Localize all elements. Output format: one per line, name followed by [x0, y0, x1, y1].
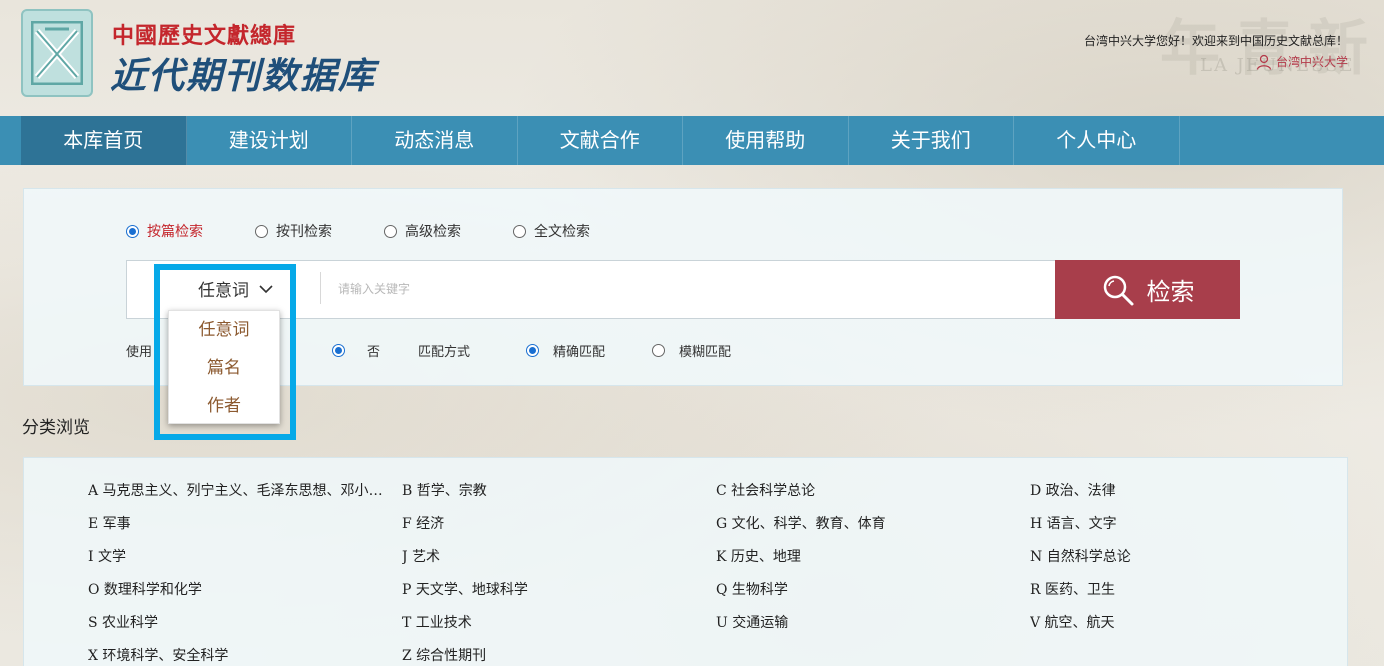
search-button[interactable]: 检索 — [1055, 260, 1240, 319]
category-item[interactable]: T 工业技术 — [402, 613, 702, 633]
field-select[interactable]: 任意词 — [198, 276, 273, 301]
radio-dot[interactable] — [126, 224, 139, 238]
user-name: 台湾中兴大学 — [1275, 55, 1348, 69]
radio-dot[interactable] — [652, 344, 665, 357]
category-item[interactable]: U 交通运输 — [716, 613, 1016, 633]
category-item[interactable]: X 环境科学、安全科学 — [88, 646, 388, 666]
radio-dot[interactable] — [255, 224, 268, 238]
category-item[interactable]: R 医药、卫生 — [1030, 580, 1330, 600]
radio-fuzzy-match[interactable]: 模糊匹配 — [652, 341, 731, 360]
nav-item-news[interactable]: 动态消息 — [352, 116, 518, 165]
category-item[interactable]: O 数理科学和化学 — [88, 580, 388, 600]
fuzzy-match-label: 模糊匹配 — [679, 345, 732, 360]
site-subtitle: 近代期刊数据库 — [110, 55, 377, 97]
radio-fulltext-search[interactable]: 全文检索 — [513, 221, 590, 241]
category-item[interactable]: D 政治、法律 — [1030, 481, 1330, 501]
category-grid: A 马克思主义、列宁主义、毛泽东思想、邓小平理论 B 哲学、宗教 C 社会科学总… — [88, 481, 1348, 666]
category-item[interactable]: C 社会科学总论 — [716, 481, 1016, 501]
radio-label: 按刊检索 — [276, 224, 332, 240]
search-icon — [1103, 275, 1133, 305]
search-mode-group: 按篇检索 按刊检索 高级检索 全文检索 — [126, 221, 642, 241]
category-item[interactable]: G 文化、科学、教育、体育 — [716, 514, 1016, 534]
logo-icon — [31, 21, 83, 85]
category-item[interactable]: B 哲学、宗教 — [402, 481, 702, 501]
category-item[interactable]: I 文学 — [88, 547, 388, 567]
radio-exact-match[interactable]: 精确匹配 — [526, 341, 605, 360]
category-item[interactable]: S 农业科学 — [88, 613, 388, 633]
category-item[interactable]: V 航空、航天 — [1030, 613, 1330, 633]
category-item[interactable]: Q 生物科学 — [716, 580, 1016, 600]
user-icon — [1256, 54, 1272, 70]
search-input[interactable] — [338, 278, 1038, 300]
category-item[interactable]: H 语言、文字 — [1030, 514, 1330, 534]
field-option-author[interactable]: 作者 — [169, 387, 279, 425]
field-select-value: 任意词 — [198, 281, 249, 301]
nav-item-home[interactable]: 本库首页 — [21, 116, 187, 165]
category-item[interactable]: Z 综合性期刊 — [402, 646, 702, 666]
radio-advanced-search[interactable]: 高级检索 — [384, 221, 461, 241]
category-browse-title: 分类浏览 — [22, 418, 90, 438]
radio-label: 按篇检索 — [147, 224, 203, 240]
field-option-any[interactable]: 任意词 — [169, 311, 279, 349]
radio-dot[interactable] — [526, 344, 539, 357]
category-item[interactable]: F 经济 — [402, 514, 702, 534]
category-item[interactable]: P 天文学、地球科学 — [402, 580, 702, 600]
main-nav: 本库首页 建设计划 动态消息 文献合作 使用帮助 关于我们 个人中心 — [0, 116, 1384, 165]
logo[interactable] — [21, 9, 93, 97]
nav-item-personal[interactable]: 个人中心 — [1014, 116, 1180, 165]
radio-dot[interactable] — [513, 224, 526, 238]
radio-label: 全文检索 — [534, 224, 590, 240]
radio-dot[interactable] — [384, 224, 397, 238]
nav-item-help[interactable]: 使用帮助 — [683, 116, 849, 165]
search-button-label: 检索 — [1146, 278, 1195, 306]
radio-option-no[interactable]: 否 — [332, 341, 380, 360]
header: 中國歷史文獻總庫 近代期刊数据库 年青新 LA JEUNESSE 台湾中兴大学您… — [0, 0, 1384, 116]
nav-item-plan[interactable]: 建设计划 — [187, 116, 352, 165]
field-option-title[interactable]: 篇名 — [169, 349, 279, 387]
radio-label: 高级检索 — [405, 224, 461, 240]
option-prefix: 使用 — [126, 345, 153, 360]
category-item[interactable]: N 自然科学总论 — [1030, 547, 1330, 567]
field-dropdown-list: 任意词 篇名 作者 — [168, 310, 280, 424]
chevron-down-icon — [259, 284, 273, 293]
radio-article-search[interactable]: 按篇检索 — [126, 221, 203, 241]
welcome-text: 台湾中兴大学您好！欢迎来到中国历史文献总库！ — [1083, 34, 1348, 48]
search-divider — [320, 272, 321, 304]
exact-match-label: 精确匹配 — [553, 345, 606, 360]
category-item[interactable]: E 军事 — [88, 514, 388, 534]
option-no-label: 否 — [367, 345, 381, 360]
category-item[interactable]: A 马克思主义、列宁主义、毛泽东思想、邓小平理论 — [88, 481, 388, 501]
site-title: 中國歷史文獻總庫 — [112, 24, 297, 49]
radio-journal-search[interactable]: 按刊检索 — [255, 221, 332, 241]
match-mode-label: 匹配方式 — [418, 345, 471, 360]
user-link[interactable]: 台湾中兴大学 — [1256, 53, 1348, 70]
nav-item-cooperation[interactable]: 文献合作 — [518, 116, 683, 165]
category-item[interactable]: K 历史、地理 — [716, 547, 1016, 567]
radio-dot[interactable] — [332, 344, 345, 357]
nav-item-about[interactable]: 关于我们 — [849, 116, 1014, 165]
category-item[interactable]: J 艺术 — [402, 547, 702, 567]
